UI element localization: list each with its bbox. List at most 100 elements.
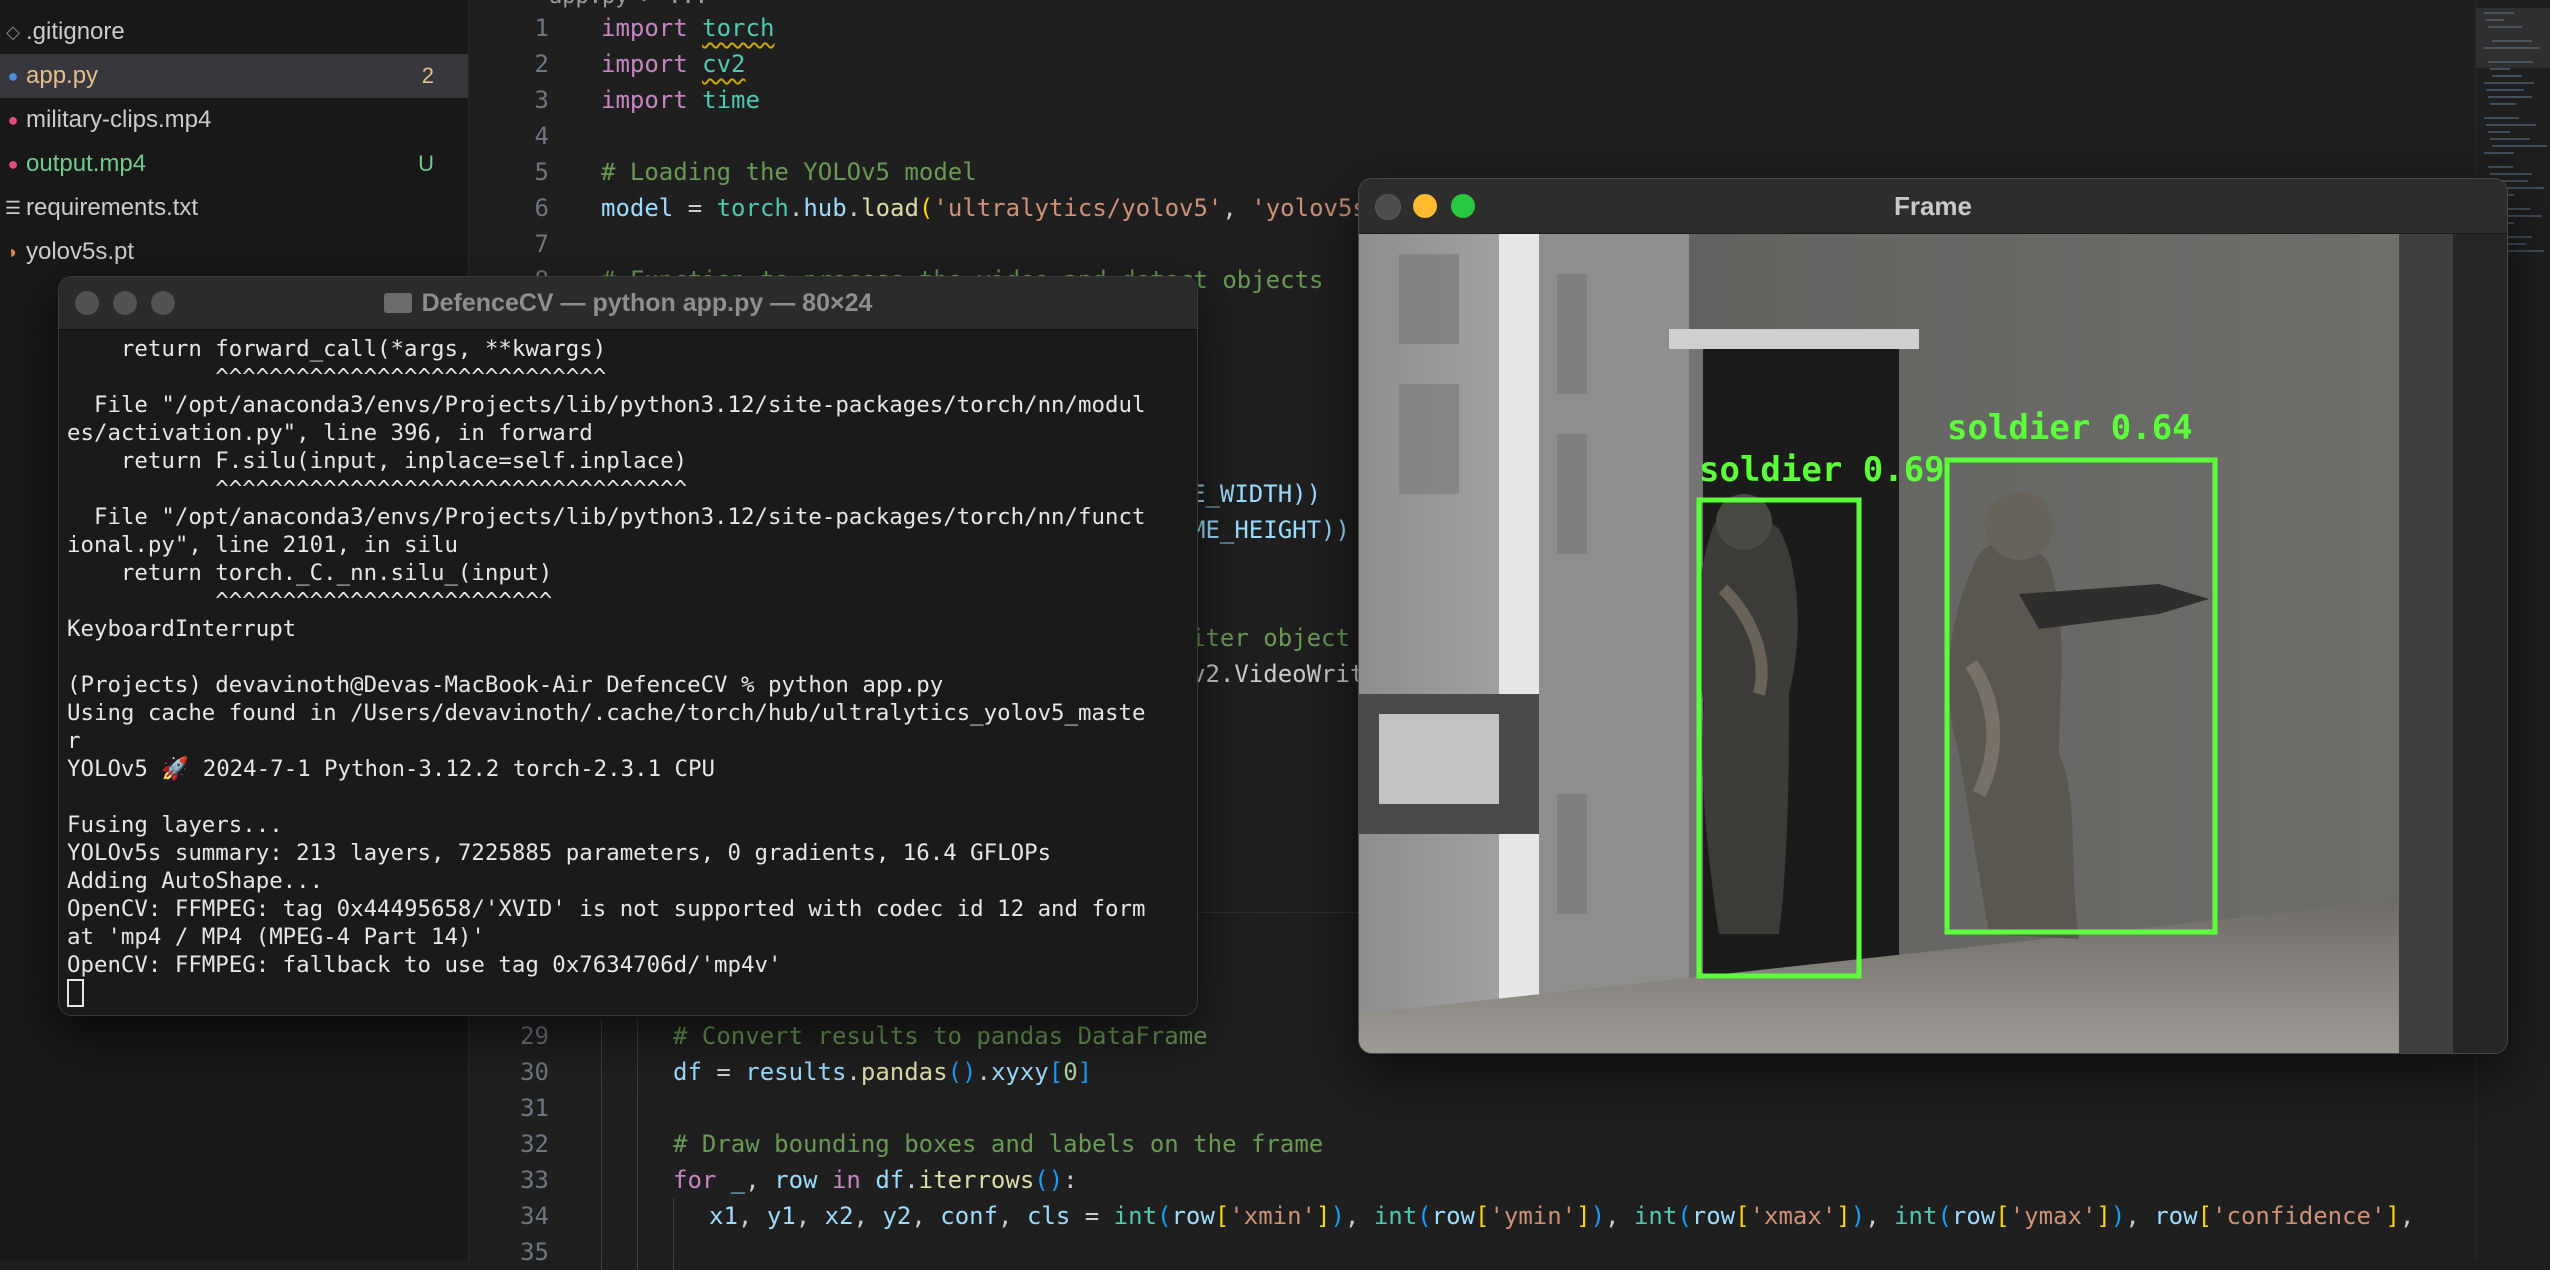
indent-guide (601, 1234, 602, 1270)
terminal-line: ^^^^^^^^^^^^^^^^^^^^^^^^^^^^^^^^^^^ (67, 476, 688, 502)
video-file-icon: ● (7, 153, 19, 174)
frame-titlebar[interactable]: Frame (1359, 179, 2507, 234)
minimap-line (2486, 124, 2536, 126)
code-line[interactable]: 31 (469, 1090, 2469, 1126)
code-token: ( (1937, 1202, 1952, 1230)
code-token: for (673, 1166, 731, 1194)
code-line[interactable]: 32 # Draw bounding boxes and labels on th… (469, 1126, 2469, 1162)
line-number: 31 (520, 1094, 549, 1122)
code-token: [ (1735, 1202, 1750, 1230)
code-token: ( (1677, 1202, 1692, 1230)
line-number: 1 (534, 14, 549, 42)
code-token: model (601, 194, 674, 222)
code-line[interactable]: 1 import torch (469, 10, 2469, 46)
code-token: # Convert results to pandas DataFrame (673, 1022, 1208, 1050)
indent-guide (673, 1234, 674, 1270)
terminal-line: return F.silu(input, inplace=self.inplac… (67, 448, 688, 474)
code-line[interactable]: 35 (469, 1234, 2469, 1270)
code-token: ] (1576, 1202, 1591, 1230)
code-token: 0 (1063, 1058, 1078, 1086)
code-token: ( (1417, 1202, 1432, 1230)
file-item[interactable]: ◗ yolov5s.pt (0, 230, 468, 274)
code-token: import (601, 14, 703, 42)
code-text: # Loading the YOLOv5 model (601, 154, 977, 190)
terminal-line: Fusing layers... (67, 812, 283, 838)
minimap-line (2490, 138, 2530, 140)
code-token: int (1633, 1202, 1678, 1230)
terminal-line: OpenCV: FFMPEG: tag 0x44495658/'XVID' is… (67, 896, 1146, 922)
code-token: ] (2385, 1202, 2400, 1230)
terminal-line: File "/opt/anaconda3/envs/Projects/lib/p… (67, 392, 1146, 418)
indent-guide (601, 1090, 602, 1126)
code-token: cv2 (702, 50, 746, 78)
frame-window[interactable]: Frame soldier 0.69 soldier 0.64 (1358, 178, 2508, 1054)
code-token: [ (1214, 1202, 1230, 1230)
code-text: # Convert results to pandas DataFrame (673, 1018, 1208, 1054)
terminal-prompt-line[interactable] (67, 979, 1191, 1007)
code-token: row (1691, 1202, 1736, 1230)
minimap-line (2490, 173, 2532, 175)
git-ignore-icon: ◇ (6, 21, 20, 42)
code-token: in (817, 1166, 876, 1194)
code-line[interactable]: 30 df = results.pandas().xyxy[0] (469, 1054, 2469, 1090)
minimap-line (2490, 68, 2510, 70)
code-line[interactable]: 34 x1, y1, x2, y2, conf, cls = int(row['x… (469, 1198, 2469, 1234)
file-item[interactable]: ● military-clips.mp4 (0, 98, 468, 142)
code-fragment-comment: iter object (1191, 624, 1350, 652)
file-item[interactable]: ◇ .gitignore (0, 10, 468, 54)
terminal-titlebar[interactable]: DefenceCV — python app.py — 80×24 (59, 277, 1197, 330)
code-token: , (1222, 194, 1252, 222)
line-number: 30 (520, 1058, 549, 1086)
code-line[interactable]: 2 import cv2 (469, 46, 2469, 82)
line-number: 6 (534, 194, 549, 222)
terminal-line: ^^^^^^^^^^^^^^^^^^^^^^^^^ (67, 588, 553, 614)
code-token: . (846, 194, 862, 222)
terminal-title: DefenceCV — python app.py — 80×24 (59, 277, 1197, 329)
minimap-line (2492, 75, 2522, 77)
code-token: . (846, 1058, 861, 1086)
code-token: iterrows (918, 1166, 1035, 1194)
minimap-viewport[interactable] (2476, 8, 2550, 68)
file-item[interactable]: ● app.py 2 (0, 54, 468, 98)
code-token: . (788, 194, 804, 222)
line-number: 35 (520, 1238, 549, 1266)
breadcrumb: app.py > ... (469, 0, 1869, 9)
code-token: [ (2197, 1202, 2213, 1230)
code-token: int (1113, 1202, 1158, 1230)
frame-side-strip (2453, 234, 2507, 1053)
code-token: 'ymin' (1489, 1202, 1577, 1230)
code-token: results (745, 1058, 847, 1086)
code-line[interactable]: 33 for _, row in df.iterrows(): (469, 1162, 2469, 1198)
breadcrumb-text: app.py > ... (549, 0, 708, 9)
code-fragment-writer: v2.VideoWrit (1191, 660, 1365, 688)
terminal-window[interactable]: DefenceCV — python app.py — 80×24 return… (58, 276, 1198, 1016)
terminal-line: r (67, 728, 81, 754)
code-token: = (701, 1058, 746, 1086)
file-item[interactable]: ● output.mp4 U (0, 142, 468, 186)
terminal-line: YOLOv5s summary: 213 layers, 7225885 par… (67, 840, 1052, 866)
file-name: output.mp4 (26, 150, 147, 177)
code-text: for _, row in df.iterrows(): (673, 1162, 1078, 1198)
code-token: ) (2110, 1202, 2126, 1230)
line-number: 7 (534, 230, 549, 258)
code-token: , (795, 1202, 825, 1230)
code-token: , (737, 1202, 767, 1230)
terminal-output[interactable]: return forward_call(*args, **kwargs) ^^^… (67, 335, 1191, 1011)
terminal-line: ional.py", line 2101, in silu (67, 532, 458, 558)
terminal-line: YOLOv5 🚀 2024-7-1 Python-3.12.2 torch-2.… (67, 756, 715, 782)
code-line[interactable]: 4 (469, 118, 2469, 154)
file-name: app.py (26, 62, 99, 89)
file-name: military-clips.mp4 (26, 106, 212, 133)
line-number: 2 (534, 50, 549, 78)
code-text: df = results.pandas().xyxy[0] (673, 1054, 1092, 1090)
indent-guide (637, 1090, 638, 1126)
code-line[interactable]: 3 import time (469, 82, 2469, 118)
minimap-line (2484, 152, 2514, 154)
code-token: , (1865, 1202, 1895, 1230)
indent-guide (601, 1198, 602, 1234)
code-token: , (745, 1166, 775, 1194)
file-item[interactable]: ☰ requirements.txt (0, 186, 468, 230)
code-token: pandas (860, 1058, 948, 1086)
file-name: yolov5s.pt (26, 238, 135, 265)
